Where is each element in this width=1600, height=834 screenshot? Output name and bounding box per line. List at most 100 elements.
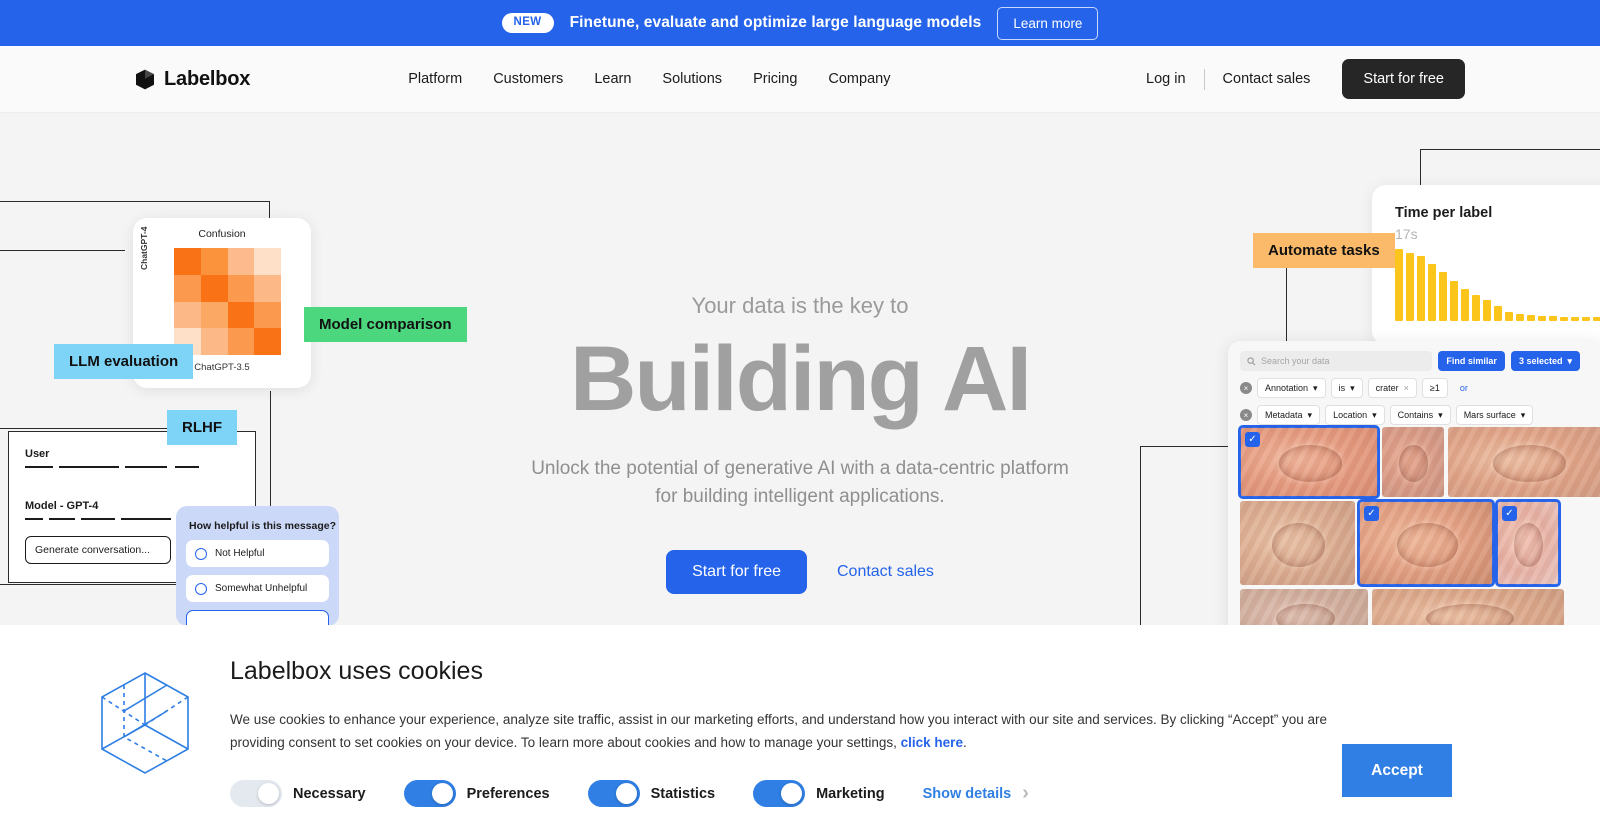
filter-chip-crater[interactable]: crater × xyxy=(1367,378,1417,398)
main-navigation: Labelbox Platform Customers Learn Soluti… xyxy=(0,46,1600,113)
filter-row-1: × Annotation ▾ is ▾ crater × ≥1 or xyxy=(1228,371,1600,398)
hero-contact-sales-link[interactable]: Contact sales xyxy=(837,563,934,581)
new-badge: NEW xyxy=(501,13,554,33)
image-tile-1[interactable]: ✓ xyxy=(1238,425,1380,499)
feedback-option-label: Not Helpful xyxy=(215,548,265,559)
feedback-option-not-helpful[interactable]: Not Helpful xyxy=(186,540,329,567)
close-icon[interactable]: × xyxy=(1404,383,1409,393)
bar-7 xyxy=(1461,288,1469,321)
crater-feature xyxy=(1279,445,1342,481)
selected-count-dropdown[interactable]: 3 selected ▾ xyxy=(1510,351,1580,371)
image-tile-2[interactable] xyxy=(1382,427,1444,497)
labelbox-logo[interactable]: Labelbox xyxy=(135,68,250,91)
toggle-knob xyxy=(781,783,803,805)
filter-chip-contains[interactable]: Contains ▾ xyxy=(1389,405,1451,425)
bar-19 xyxy=(1593,317,1600,321)
hero-start-for-free-button[interactable]: Start for free xyxy=(666,549,807,594)
cookie-toggles: Necessary Preferences Statistics Marketing S… xyxy=(230,780,1370,808)
filter-chip-location[interactable]: Location ▾ xyxy=(1325,405,1385,425)
toggle-knob xyxy=(258,783,279,805)
nav-link-solutions[interactable]: Solutions xyxy=(662,71,722,87)
nav-link-company[interactable]: Company xyxy=(828,71,890,87)
toggle-label: Statistics xyxy=(650,785,716,802)
nav-link-platform[interactable]: Platform xyxy=(408,71,462,87)
cookie-click-here-link[interactable]: click here xyxy=(901,735,963,750)
toggle-switch[interactable] xyxy=(753,780,806,808)
skeleton-line xyxy=(25,518,43,520)
cookie-consent-banner: Labelbox uses cookies We use cookies to … xyxy=(0,625,1600,834)
cookie-toggle-necessary[interactable]: Necessary xyxy=(230,780,366,808)
logo-text: Labelbox xyxy=(164,67,251,90)
toggle-switch[interactable] xyxy=(230,780,282,808)
nav-link-pricing[interactable]: Pricing xyxy=(753,71,797,87)
contact-sales-link[interactable]: Contact sales xyxy=(1205,71,1329,87)
filter-chip-label: or xyxy=(1459,383,1468,393)
toggle-switch[interactable] xyxy=(587,780,640,808)
show-details-link[interactable]: Show details › xyxy=(923,782,1029,805)
nav-links: Platform Customers Learn Solutions Prici… xyxy=(408,71,890,87)
accept-button[interactable]: Accept xyxy=(1342,744,1452,797)
cookie-description: We use cookies to enhance your experienc… xyxy=(230,708,1340,754)
filter-chip-label: Contains xyxy=(1397,410,1434,420)
filter-chip-label: Mars surface xyxy=(1463,410,1516,420)
bar-4 xyxy=(1428,264,1436,321)
cookie-toggle-marketing[interactable]: Marketing xyxy=(753,780,885,808)
tile-checkbox[interactable]: ✓ xyxy=(1364,506,1379,521)
find-similar-label: Find similar xyxy=(1446,356,1497,366)
filter-chip-is[interactable]: is ▾ xyxy=(1330,378,1363,398)
chevron-down-icon: ▾ xyxy=(1438,409,1443,420)
selected-count-label: 3 selected xyxy=(1518,356,1563,366)
skeleton-line xyxy=(121,518,171,520)
login-link[interactable]: Log in xyxy=(1128,71,1204,87)
show-details-label: Show details xyxy=(922,785,1012,802)
search-icon xyxy=(1247,356,1256,365)
cookie-title: Labelbox uses cookies xyxy=(230,657,483,685)
skeleton-line xyxy=(25,466,53,468)
find-similar-button[interactable]: Find similar xyxy=(1438,351,1505,371)
remove-filter-icon[interactable]: × xyxy=(1240,409,1252,421)
filter-chip-label: ≥1 xyxy=(1429,383,1440,393)
cookie-cube-icon xyxy=(90,667,200,777)
chevron-down-icon: ▾ xyxy=(1307,409,1313,420)
remove-filter-icon[interactable]: × xyxy=(1240,382,1252,394)
bar-2 xyxy=(1406,252,1414,321)
time-card-value: 17s xyxy=(1395,226,1418,242)
tile-checkbox[interactable]: ✓ xyxy=(1502,506,1517,521)
tile-checkbox[interactable]: ✓ xyxy=(1245,432,1260,447)
feedback-question: How helpful is this message? xyxy=(189,520,337,532)
cookie-toggle-statistics[interactable]: Statistics xyxy=(587,780,716,808)
feedback-option-somewhat-unhelpful[interactable]: Somewhat Unhelpful xyxy=(186,575,329,602)
start-for-free-button[interactable]: Start for free xyxy=(1342,59,1465,99)
chevron-down-icon: ▾ xyxy=(1567,355,1572,366)
time-per-label-bar-chart xyxy=(1395,245,1600,321)
cookie-toggle-preferences[interactable]: Preferences xyxy=(403,780,550,808)
toggle-switch[interactable] xyxy=(403,780,456,808)
filter-chip-annotation[interactable]: Annotation ▾ xyxy=(1257,378,1326,398)
confusion-cell-1-1 xyxy=(200,274,228,302)
confusion-cell-3-1 xyxy=(200,328,228,355)
filter-chip--1[interactable]: ≥1 xyxy=(1421,378,1448,398)
browser-toolbar: Search your data Find similar 3 selected… xyxy=(1228,341,1600,371)
confusion-cell-1-2 xyxy=(227,274,255,302)
crater-feature xyxy=(1493,445,1567,481)
radio-icon xyxy=(195,582,207,595)
confusion-cell-3-2 xyxy=(227,328,255,355)
filter-chip-metadata[interactable]: Metadata ▾ xyxy=(1257,405,1321,425)
confusion-cell-0-2 xyxy=(227,248,255,275)
bar-11 xyxy=(1505,311,1513,321)
announcement-banner: NEW Finetune, evaluate and optimize larg… xyxy=(0,0,1600,46)
nav-link-learn[interactable]: Learn xyxy=(594,71,631,87)
learn-more-button[interactable]: Learn more xyxy=(997,6,1099,40)
nav-link-customers[interactable]: Customers xyxy=(493,71,563,87)
chevron-down-icon: ▾ xyxy=(1313,382,1318,393)
search-placeholder: Search your data xyxy=(1261,356,1330,366)
filter-chip-or[interactable]: or xyxy=(1453,378,1475,398)
chevron-down-icon: ▾ xyxy=(1520,409,1526,420)
tag-llm-evaluation: LLM evaluation xyxy=(54,344,194,379)
image-tile-3[interactable] xyxy=(1448,427,1600,497)
connector-left-top2 xyxy=(0,250,125,251)
filter-chip-mars-surface[interactable]: Mars surface ▾ xyxy=(1455,405,1534,425)
search-input[interactable]: Search your data xyxy=(1240,351,1433,371)
skeleton-line xyxy=(59,466,119,468)
confusion-cell-3-3 xyxy=(254,328,281,355)
